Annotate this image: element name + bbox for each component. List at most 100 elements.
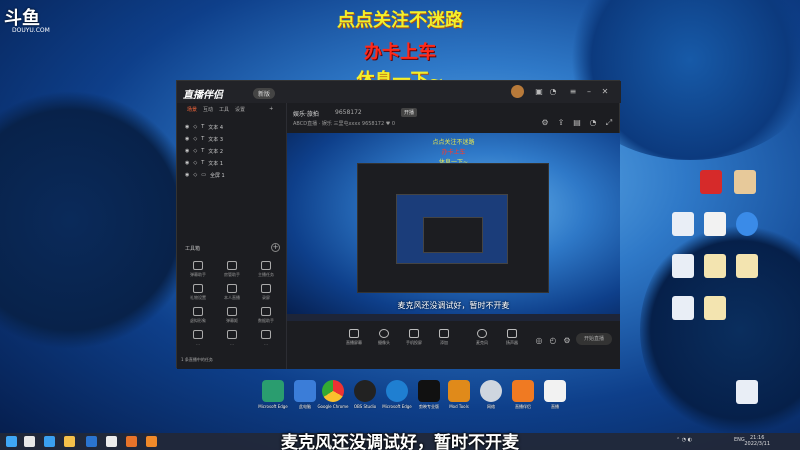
- tab-interact[interactable]: 互动: [203, 106, 213, 113]
- tool-item[interactable]: 录屏: [249, 284, 283, 301]
- notice-icon[interactable]: ◔: [589, 119, 597, 127]
- desktop-background: 斗鱼 DOUYU.COM 点点关注不迷路 办卡上车 休息一下~ Microsof…: [0, 0, 800, 450]
- microphone-button[interactable]: 麦克风: [469, 329, 495, 346]
- tool-item[interactable]: 弹幕助手: [181, 261, 215, 278]
- lock-icon[interactable]: ◇: [193, 160, 197, 166]
- layer-row[interactable]: ◉ ◇ T 文本 3: [177, 133, 286, 145]
- window-titlebar: 直播伴侣 新版 ▣ ◔ ≡ – ✕: [177, 81, 621, 103]
- minimize-icon[interactable]: –: [585, 88, 593, 96]
- tab-settings[interactable]: 设置: [235, 106, 245, 113]
- eye-icon[interactable]: ◉: [185, 124, 189, 130]
- tool-item[interactable]: 房管助手: [215, 261, 249, 278]
- dock-icon-companion[interactable]: [512, 380, 534, 402]
- share-icon[interactable]: ⇪: [557, 119, 565, 127]
- desktop-icon-red[interactable]: [700, 170, 722, 194]
- tab-scene[interactable]: 场景: [187, 106, 197, 113]
- tool-item[interactable]: 礼物设置: [181, 284, 215, 301]
- tool-label: 本人直播: [224, 295, 240, 300]
- desktop-icon-typora[interactable]: [704, 212, 726, 236]
- task-footer[interactable]: 1 条直播中的任务: [181, 357, 213, 363]
- tool-item[interactable]: 数据助手: [249, 307, 283, 324]
- camera-button[interactable]: 摄像头: [371, 329, 397, 346]
- desktop-icon-file[interactable]: [672, 254, 694, 278]
- gift-icon[interactable]: ▤: [573, 119, 581, 127]
- desktop-icon-baidu[interactable]: [736, 212, 758, 236]
- dock-icon-pc[interactable]: [294, 380, 316, 402]
- desktop-icon-file[interactable]: [672, 212, 694, 236]
- tool-icon: [193, 284, 203, 293]
- settings-icon[interactable]: ⚙: [541, 119, 549, 127]
- room-id: 9658172: [335, 109, 362, 116]
- add-icon: [439, 329, 449, 338]
- dock-icon-live[interactable]: [544, 380, 566, 402]
- dock-icon-obs[interactable]: [354, 380, 376, 402]
- desktop-icon-file[interactable]: [736, 254, 758, 278]
- dock-icon-capcut[interactable]: [418, 380, 440, 402]
- screen-capture-button[interactable]: 直播屏幕: [341, 329, 367, 346]
- timer-icon[interactable]: ◴: [549, 337, 557, 345]
- layer-row[interactable]: ◉ ◇ ▭ 全屏 1: [177, 169, 286, 181]
- control-label: 摄像头: [378, 340, 390, 345]
- speaker-button[interactable]: 扬声器: [499, 329, 525, 346]
- start-live-button[interactable]: 开始直播: [576, 333, 612, 345]
- tool-label: 弹幕姬: [226, 318, 238, 323]
- control-label: 手机投屏: [406, 340, 422, 345]
- close-icon[interactable]: ✕: [601, 88, 609, 96]
- desktop-icon-file[interactable]: [704, 254, 726, 278]
- live-preview[interactable]: 点点关注不迷路 办卡上车 休息一下~ 麦克风还没调试好，暂时不开麦: [287, 133, 620, 321]
- version-tag[interactable]: 新版: [253, 88, 276, 99]
- settings-icon[interactable]: ⚙: [563, 337, 571, 345]
- avatar[interactable]: [511, 85, 524, 98]
- tool-item[interactable]: …: [181, 330, 215, 346]
- expand-icon[interactable]: ⤢: [605, 119, 613, 127]
- desktop-icon-file[interactable]: [704, 296, 726, 320]
- add-scene-icon[interactable]: +: [269, 106, 273, 112]
- tool-item[interactable]: 本人直播: [215, 284, 249, 301]
- tool-label: …: [196, 341, 200, 346]
- dock-icon-chrome[interactable]: [322, 380, 344, 402]
- layer-row[interactable]: ◉ ◇ T 文本 2: [177, 145, 286, 157]
- tool-item[interactable]: 主播任务: [249, 261, 283, 278]
- tool-label: …: [230, 341, 234, 346]
- lock-icon[interactable]: ◇: [193, 124, 197, 130]
- add-tool-button[interactable]: +: [271, 243, 280, 252]
- eye-icon[interactable]: ◉: [185, 172, 189, 178]
- task-icon[interactable]: ▣: [535, 88, 543, 96]
- phone-cast-button[interactable]: 手机投屏: [401, 329, 427, 346]
- record-icon[interactable]: ◎: [535, 337, 543, 345]
- dock-icon-mod[interactable]: [448, 380, 470, 402]
- dock-icon-edge[interactable]: [262, 380, 284, 402]
- preview-nested-preview: [396, 194, 508, 264]
- desktop-icon-file[interactable]: [736, 380, 758, 404]
- dock-icon-edge2[interactable]: [386, 380, 408, 402]
- desktop-icon-app[interactable]: [734, 170, 756, 194]
- layer-label: 文本 3: [208, 136, 224, 143]
- desktop-icon-file[interactable]: [672, 296, 694, 320]
- preview-subtitle: 麦克风还没调试好，暂时不开麦: [397, 301, 510, 310]
- tool-icon: [227, 261, 237, 270]
- eye-icon[interactable]: ◉: [185, 160, 189, 166]
- menu-icon[interactable]: ≡: [569, 88, 577, 96]
- tool-label: 虚拟形象: [190, 318, 206, 323]
- add-source-button[interactable]: 添加: [431, 329, 457, 346]
- bell-icon[interactable]: ◔: [549, 88, 557, 96]
- tree-decoration: [640, 220, 800, 440]
- tool-icon: [193, 330, 203, 339]
- lock-icon[interactable]: ◇: [193, 172, 197, 178]
- tool-label: 录屏: [262, 295, 270, 300]
- tool-item[interactable]: 弹幕姬: [215, 307, 249, 324]
- tool-item[interactable]: …: [249, 330, 283, 346]
- lock-icon[interactable]: ◇: [193, 136, 197, 142]
- layer-row[interactable]: ◉ ◇ T 文本 1: [177, 157, 286, 169]
- layer-label: 文本 2: [208, 148, 224, 155]
- dock-icon-network[interactable]: [480, 380, 502, 402]
- layer-row[interactable]: ◉ ◇ T 文本 4: [177, 121, 286, 133]
- tool-label: 主播任务: [258, 272, 274, 277]
- lock-icon[interactable]: ◇: [193, 148, 197, 154]
- tab-tools[interactable]: 工具: [219, 106, 229, 113]
- eye-icon[interactable]: ◉: [185, 136, 189, 142]
- eye-icon[interactable]: ◉: [185, 148, 189, 154]
- tool-item[interactable]: 虚拟形象: [181, 307, 215, 324]
- room-action-button[interactable]: 开播: [401, 108, 418, 117]
- tool-item[interactable]: …: [215, 330, 249, 346]
